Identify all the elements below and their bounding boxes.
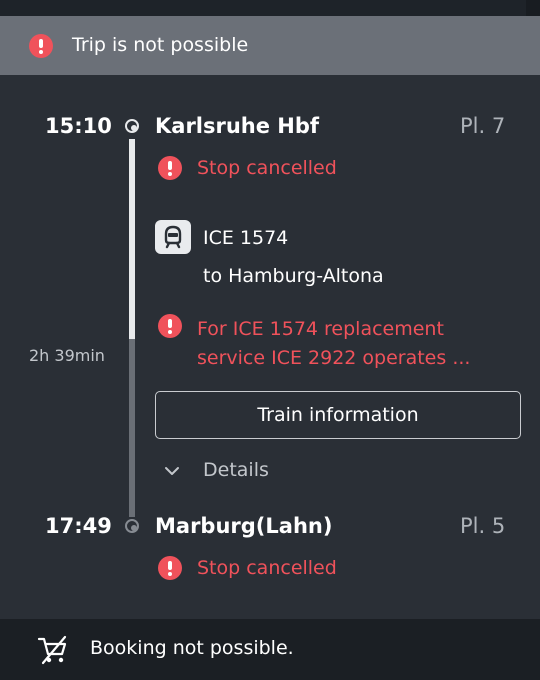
cart-crossed-icon (37, 635, 69, 669)
train-icon (155, 220, 191, 254)
timeline-progress-line (129, 139, 135, 339)
departure-station[interactable]: Karlsruhe Hbf (155, 114, 319, 138)
arrival-stop-icon (125, 519, 139, 533)
departure-platform: Pl. 7 (460, 114, 506, 138)
departure-stop-icon (125, 119, 139, 133)
departure-time: 15:10 (45, 114, 112, 138)
train-destination: to Hamburg-Altona (203, 265, 384, 287)
replacement-notice[interactable]: For ICE 1574 replacement service ICE 292… (197, 315, 497, 373)
departure-status-text: Stop cancelled (197, 157, 337, 179)
train-information-button[interactable]: Train information (155, 391, 521, 439)
trip-not-possible-banner: Trip is not possible (0, 16, 540, 75)
details-label: Details (203, 459, 269, 481)
exclamation-circle-icon (29, 34, 53, 58)
arrival-status-text: Stop cancelled (197, 557, 337, 579)
exclamation-circle-icon (158, 156, 182, 180)
trip-duration: 2h 39min (29, 346, 105, 365)
exclamation-circle-icon (158, 556, 182, 580)
chevron-down-icon (163, 462, 181, 485)
arrival-time: 17:49 (45, 514, 112, 538)
booking-status-bar: Booking not possible. (0, 619, 540, 680)
exclamation-circle-icon (158, 314, 182, 338)
banner-text: Trip is not possible (72, 34, 249, 56)
arrival-platform: Pl. 5 (460, 514, 506, 538)
timeline-remaining-line (129, 339, 135, 517)
booking-status-text: Booking not possible. (90, 637, 294, 659)
train-name: ICE 1574 (203, 227, 289, 249)
arrival-station[interactable]: Marburg(Lahn) (155, 514, 332, 538)
top-strip (0, 0, 540, 16)
top-strip-edge (526, 0, 540, 16)
